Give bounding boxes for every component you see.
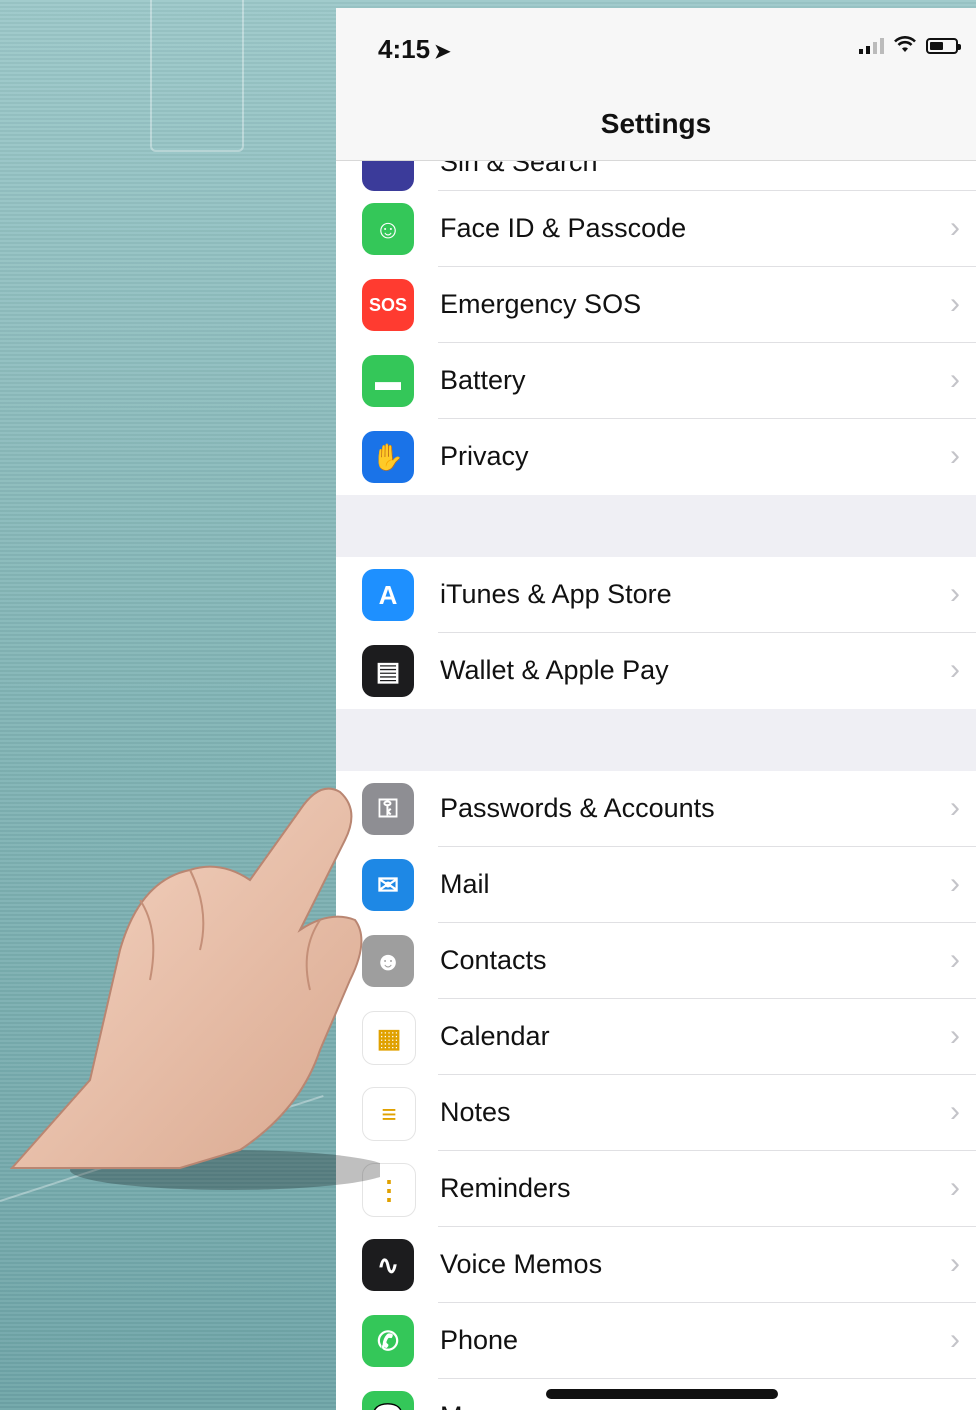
settings-row-battery[interactable]: ▬ Battery › (336, 343, 976, 419)
chevron-right-icon: › (950, 1323, 960, 1356)
chevron-right-icon: › (950, 439, 960, 472)
settings-list: Siri & Search›☺Face ID & Passcode›SOSEme… (336, 161, 976, 1410)
pointing-hand-image (9, 787, 380, 1190)
settings-row-label: Mail (440, 869, 490, 899)
settings-row-label: Siri & Search (440, 161, 598, 177)
settings-row-label: Calendar (440, 1021, 550, 1051)
settings-row-emergency-sos[interactable]: SOS Emergency SOS › (336, 267, 976, 343)
phone-icon: ✆ (362, 1315, 414, 1367)
settings-row-notes[interactable]: ≡ Notes › (336, 1075, 976, 1151)
chevron-right-icon: › (950, 867, 960, 900)
siri-icon (362, 161, 414, 191)
settings-row-label: Contacts (440, 945, 547, 975)
battery-status-icon (926, 38, 961, 54)
app-store-icon: A (362, 569, 414, 621)
chevron-right-icon: › (950, 791, 960, 824)
settings-row-label: Messages (440, 1401, 563, 1410)
settings-row-phone[interactable]: ✆ Phone › (336, 1303, 976, 1379)
messages-icon: 💬 (362, 1391, 414, 1410)
chevron-right-icon: › (950, 211, 960, 244)
settings-row-label: Emergency SOS (440, 289, 642, 319)
wallet-icon: ▤ (362, 645, 414, 697)
settings-row-contacts[interactable]: ☻ Contacts › (336, 923, 976, 999)
cellular-signal-icon (859, 36, 884, 54)
voice-memos-icon: ∿ (362, 1239, 414, 1291)
settings-row-label: Reminders (440, 1173, 571, 1203)
settings-row-label: Passwords & Accounts (440, 793, 715, 823)
face-id-icon: ☺ (362, 203, 414, 255)
settings-row-face-id-passcode[interactable]: ☺ Face ID & Passcode › (336, 191, 976, 267)
settings-row-itunes-app-store[interactable]: AiTunes & App Store › (336, 557, 976, 633)
section-gap (336, 495, 976, 557)
section-gap (336, 709, 976, 771)
status-time: 4:15 ➤ (378, 34, 451, 65)
chevron-right-icon: › (950, 1247, 960, 1280)
settings-row-label: Privacy (440, 441, 529, 471)
status-icons (859, 36, 961, 54)
settings-row-reminders[interactable]: ⋮ Reminders › (336, 1151, 976, 1227)
chevron-right-icon: › (950, 1019, 960, 1052)
settings-row-label: Battery (440, 365, 526, 395)
location-arrow-icon: ➤ (434, 41, 451, 63)
settings-row-voice-memos[interactable]: ∿ Voice Memos › (336, 1227, 976, 1303)
wifi-icon (894, 36, 916, 52)
chevron-right-icon: › (950, 1171, 960, 1204)
home-indicator[interactable] (546, 1389, 778, 1399)
settings-row-label: Wallet & Apple Pay (440, 655, 669, 685)
navigation-bar: Settings (336, 88, 976, 161)
chevron-right-icon: › (950, 653, 960, 686)
background-decoration (150, 0, 244, 152)
phone-screen: 4:15➤ Settings Siri & Search›☺Face ID & … (336, 8, 976, 1410)
status-bar: 4:15 ➤ (336, 8, 976, 88)
settings-row-label: Voice Memos (440, 1249, 603, 1279)
chevron-right-icon: › (950, 287, 960, 320)
page-title: Settings (600, 108, 712, 139)
sos-icon: SOS (362, 279, 414, 331)
chevron-right-icon: › (950, 1399, 960, 1410)
settings-row-label: Phone (440, 1325, 519, 1355)
settings-row-calendar[interactable]: ▦ Calendar › (336, 999, 976, 1075)
settings-row-label: iTunes & App Store (440, 579, 672, 609)
chevron-right-icon: › (950, 943, 960, 976)
settings-row-label: Face ID & Passcode (440, 213, 687, 243)
time-text: 4:15 (378, 34, 431, 64)
chevron-right-icon: › (950, 577, 960, 610)
chevron-right-icon: › (950, 1095, 960, 1128)
chevron-right-icon: › (950, 363, 960, 396)
battery-icon: ▬ (362, 355, 414, 407)
settings-row-mail[interactable]: ✉ Mail › (336, 847, 976, 923)
settings-row-wallet-apple-pay[interactable]: ▤ Wallet & Apple Pay › (336, 633, 976, 709)
hand-icon: ✋ (362, 431, 414, 483)
settings-row-siri-search[interactable]: Siri & Search› (336, 161, 976, 191)
settings-row-label: Notes (440, 1097, 511, 1127)
settings-row-privacy[interactable]: ✋ Privacy › (336, 419, 976, 495)
settings-row-passwords-accounts[interactable]: ⚿ Passwords & Accounts › (336, 771, 976, 847)
